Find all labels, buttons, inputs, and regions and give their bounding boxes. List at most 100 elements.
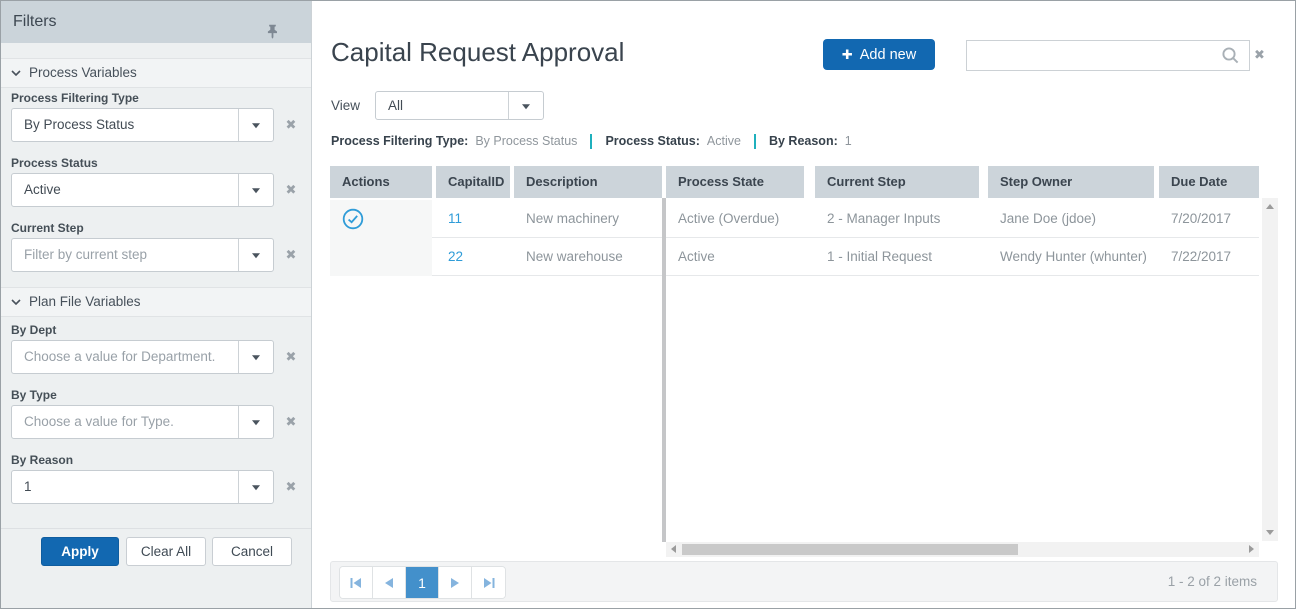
section-process-variables[interactable]: Process Variables — [1, 58, 311, 88]
field-label-current-step: Current Step — [11, 221, 84, 235]
divider — [590, 134, 592, 149]
filters-title: Filters — [13, 13, 57, 30]
circle-check-icon[interactable] — [342, 208, 364, 230]
scroll-down-icon — [1266, 530, 1274, 535]
process-filtering-type-select[interactable]: By Process Status — [11, 108, 274, 142]
divider — [1, 528, 311, 529]
pager-controls: 1 — [339, 566, 506, 599]
page-number-button[interactable]: 1 — [406, 567, 439, 598]
by-reason-select[interactable]: 1 — [11, 470, 274, 504]
search-icon[interactable] — [1221, 46, 1240, 70]
clear-filter-icon[interactable]: ✖ — [282, 349, 300, 365]
due-date-cell: 7/20/2017 — [1159, 200, 1259, 238]
chevron-down-icon — [11, 299, 21, 305]
column-header-actions[interactable]: Actions — [330, 166, 432, 198]
select-value: All — [388, 92, 505, 119]
clear-filter-icon[interactable]: ✖ — [282, 479, 300, 495]
column-header-capitalid[interactable]: CapitalID — [436, 166, 510, 198]
last-page-button[interactable] — [472, 567, 505, 598]
select-placeholder: Choose a value for Type. — [24, 406, 235, 438]
chevron-down-icon[interactable] — [238, 406, 273, 438]
plus-icon: ✚ — [842, 47, 853, 63]
select-value: By Process Status — [24, 109, 235, 141]
column-header-step-owner[interactable]: Step Owner — [988, 166, 1154, 198]
process-status-select[interactable]: Active — [11, 173, 274, 207]
by-type-select[interactable]: Choose a value for Type. — [11, 405, 274, 439]
actions-cell — [330, 200, 432, 238]
horizontal-scrollbar[interactable] — [666, 542, 1259, 557]
scroll-up-icon — [1266, 204, 1274, 209]
next-page-button[interactable] — [439, 567, 472, 598]
apply-button[interactable]: Apply — [41, 537, 119, 566]
section-label: Process Variables — [29, 59, 137, 87]
chevron-down-icon[interactable] — [238, 471, 273, 503]
select-value: Active — [24, 174, 235, 206]
select-placeholder: Choose a value for Department. — [24, 341, 235, 373]
field-label-by-dept: By Dept — [11, 323, 56, 337]
clear-filter-icon[interactable]: ✖ — [282, 182, 300, 198]
capital-id-link[interactable]: 11 — [436, 200, 510, 238]
view-select[interactable]: All — [375, 91, 544, 120]
clear-filter-icon[interactable]: ✖ — [282, 414, 300, 430]
by-dept-select[interactable]: Choose a value for Department. — [11, 340, 274, 374]
select-placeholder: Filter by current step — [24, 239, 235, 271]
add-new-label: Add new — [860, 47, 916, 63]
page-title: Capital Request Approval — [331, 37, 624, 68]
summary-label: Process Filtering Type: — [331, 134, 468, 148]
summary-label: By Reason: — [769, 134, 838, 148]
cancel-button[interactable]: Cancel — [212, 537, 292, 566]
vertical-scrollbar[interactable] — [1262, 198, 1278, 541]
select-value: 1 — [24, 471, 235, 503]
last-page-icon — [483, 578, 495, 588]
description-cell: New machinery — [514, 200, 662, 238]
summary-value: By Process Status — [475, 134, 577, 148]
column-header-current-step[interactable]: Current Step — [815, 166, 979, 198]
column-header-process-state[interactable]: Process State — [666, 166, 804, 198]
pager-bar: 1 1 - 2 of 2 items — [330, 561, 1278, 602]
chevron-down-icon[interactable] — [238, 341, 273, 373]
chevron-down-icon[interactable] — [238, 109, 273, 141]
clear-filter-icon[interactable]: ✖ — [282, 247, 300, 263]
table-row[interactable]: 11 New machinery Active (Overdue) 2 - Ma… — [330, 200, 1259, 238]
table-row[interactable]: 22 New warehouse Active 1 - Initial Requ… — [330, 238, 1259, 276]
field-label-process-filtering-type: Process Filtering Type — [11, 91, 139, 105]
filters-panel: Filters Process Variables Process Filter… — [1, 1, 312, 608]
search-input[interactable] — [967, 41, 1213, 70]
view-label: View — [331, 98, 360, 113]
section-label: Plan File Variables — [29, 288, 141, 316]
current-step-select[interactable]: Filter by current step — [11, 238, 274, 272]
add-new-button[interactable]: ✚ Add new — [823, 39, 935, 70]
scroll-right-icon — [1249, 545, 1254, 553]
divider — [754, 134, 756, 149]
field-label-process-status: Process Status — [11, 156, 98, 170]
first-page-icon — [350, 578, 362, 588]
section-plan-file-variables[interactable]: Plan File Variables — [1, 287, 311, 317]
field-label-by-type: By Type — [11, 388, 57, 402]
chevron-down-icon[interactable] — [508, 92, 543, 119]
description-cell: New warehouse — [514, 238, 662, 276]
chevron-down-icon[interactable] — [238, 239, 273, 271]
step-owner-cell: Jane Doe (jdoe) — [988, 200, 1154, 238]
current-step-cell: 1 - Initial Request — [815, 238, 979, 276]
summary-label: Process Status: — [605, 134, 699, 148]
search-clear-icon[interactable]: ✖ — [1254, 47, 1265, 63]
applied-filters-summary: Process Filtering Type: By Process Statu… — [331, 132, 852, 150]
clear-all-button[interactable]: Clear All — [126, 537, 206, 566]
previous-page-icon — [385, 578, 393, 588]
actions-cell — [330, 238, 432, 276]
column-header-description[interactable]: Description — [514, 166, 662, 198]
pin-icon[interactable] — [266, 14, 279, 56]
scrollbar-thumb[interactable] — [682, 544, 1018, 555]
previous-page-button[interactable] — [373, 567, 406, 598]
process-state-cell: Active — [666, 238, 804, 276]
step-owner-cell: Wendy Hunter (whunter) — [988, 238, 1154, 276]
column-header-due-date[interactable]: Due Date — [1159, 166, 1259, 198]
process-state-cell: Active (Overdue) — [666, 200, 804, 238]
summary-value: Active — [707, 134, 741, 148]
first-page-button[interactable] — [340, 567, 373, 598]
frozen-pane-divider — [662, 198, 666, 542]
current-step-cell: 2 - Manager Inputs — [815, 200, 979, 238]
clear-filter-icon[interactable]: ✖ — [282, 117, 300, 133]
capital-id-link[interactable]: 22 — [436, 238, 510, 276]
chevron-down-icon[interactable] — [238, 174, 273, 206]
